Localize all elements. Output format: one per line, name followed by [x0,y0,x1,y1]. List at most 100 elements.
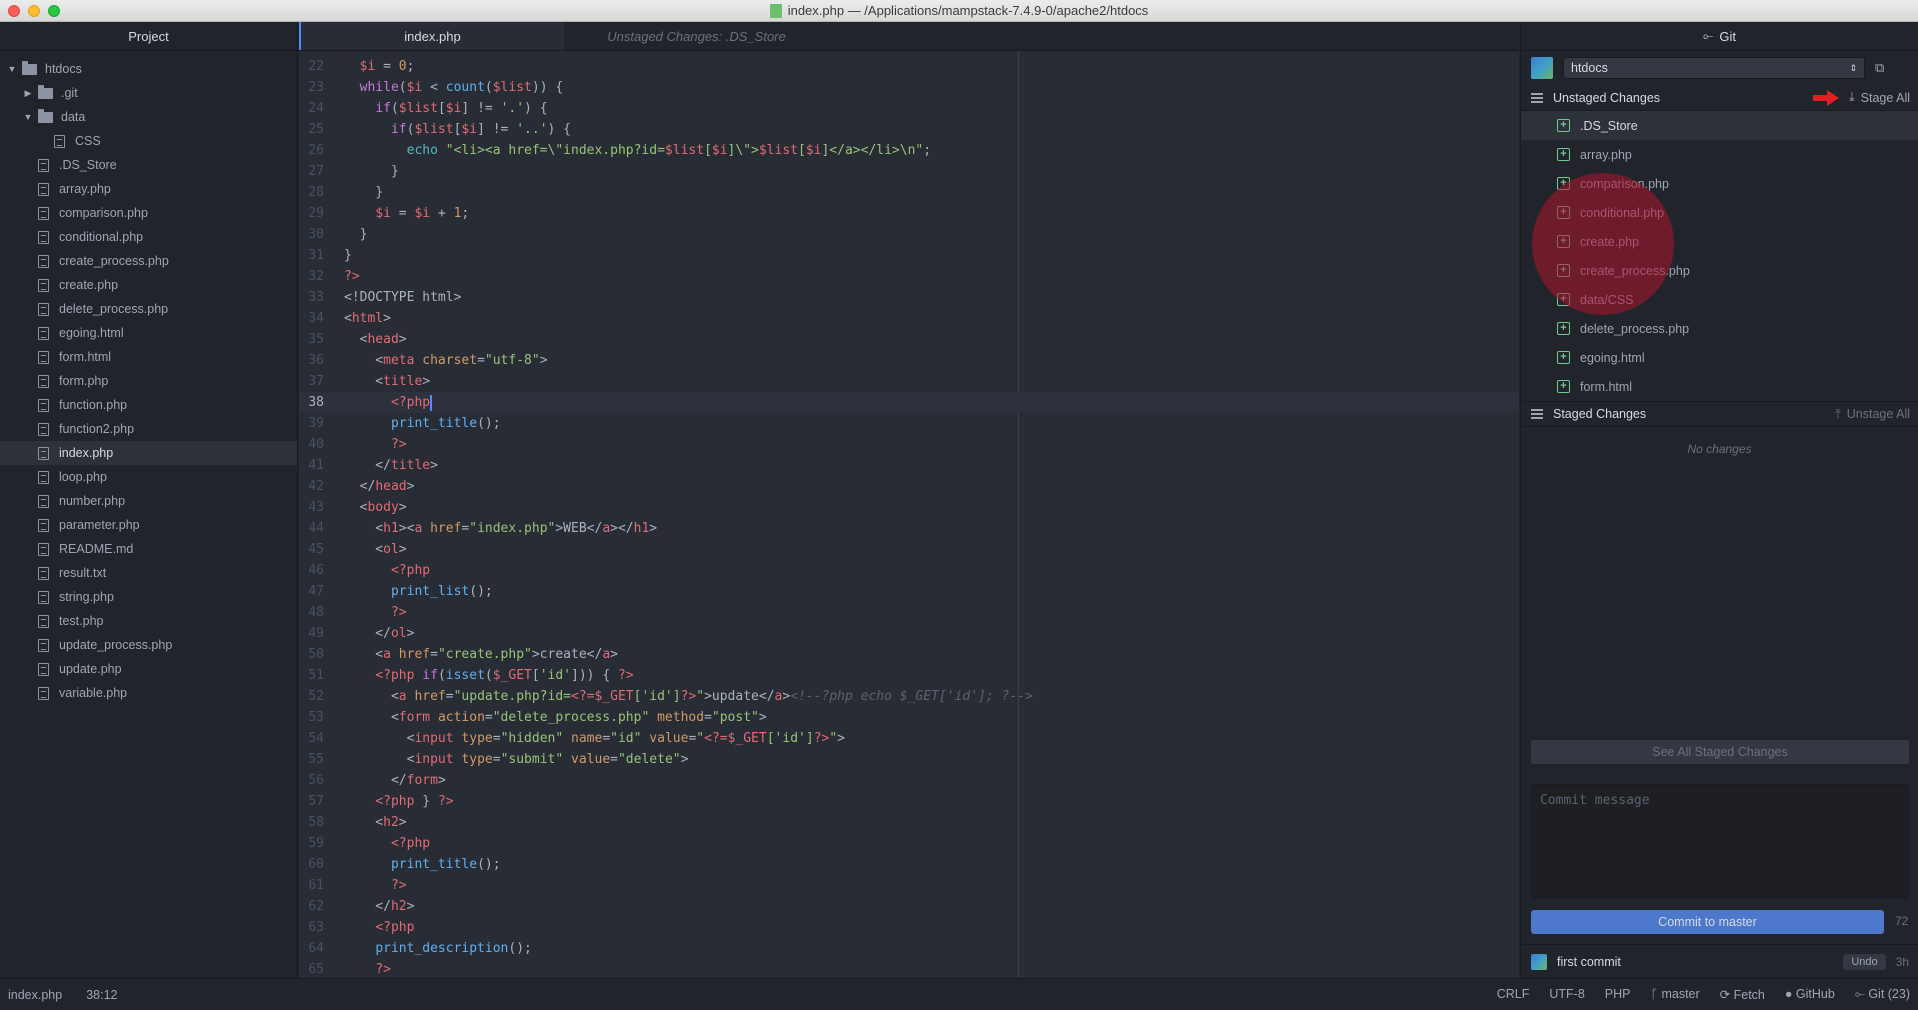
code-line[interactable]: 27 } [299,161,1519,182]
status-github[interactable]: ● GitHub [1785,987,1835,1002]
unstaged-file-item[interactable]: + array.php [1521,140,1918,169]
see-all-staged-button[interactable]: See All Staged Changes [1531,740,1909,764]
code-line[interactable]: 60 print_title(); [299,854,1519,875]
tree-root-htdocs[interactable]: ▼ htdocs [0,57,297,81]
code-line[interactable]: 54 <input type="hidden" name="id" value=… [299,728,1519,749]
tab-unstaged-changes[interactable]: Unstaged Changes: .DS_Store [564,22,829,50]
code-line[interactable]: 35 <head> [299,329,1519,350]
tree-file-item[interactable]: result.txt [0,561,297,585]
tree-file-item[interactable]: string.php [0,585,297,609]
tree-file-item[interactable]: function.php [0,393,297,417]
unstaged-file-item[interactable]: + egoing.html [1521,343,1918,372]
unstaged-file-item[interactable]: + .DS_Store [1521,111,1918,140]
code-line[interactable]: 43 <body> [299,497,1519,518]
tree-folder-data[interactable]: ▼ data [0,105,297,129]
repo-options-icon[interactable]: ⧉ [1875,60,1891,76]
code-line[interactable]: 24 if($list[$i] != '.') { [299,98,1519,119]
status-grammar[interactable]: PHP [1605,987,1631,1002]
code-line[interactable]: 30 } [299,224,1519,245]
unstaged-file-item[interactable]: + create_process.php [1521,256,1918,285]
status-branch[interactable]: ᚴ master [1650,987,1699,1002]
code-line[interactable]: 38 <?php [299,392,1519,413]
code-line[interactable]: 55 <input type="submit" value="delete"> [299,749,1519,770]
tree-file-item[interactable]: variable.php [0,681,297,705]
unstaged-file-item[interactable]: + comparison.php [1521,169,1918,198]
code-line[interactable]: 36 <meta charset="utf-8"> [299,350,1519,371]
tree-file-item[interactable]: parameter.php [0,513,297,537]
status-git[interactable]: ⟜ Git (23) [1855,987,1910,1002]
status-fetch[interactable]: ⟳ Fetch [1720,987,1765,1002]
code-line[interactable]: 42 </head> [299,476,1519,497]
code-line[interactable]: 50 <a href="create.php">create</a> [299,644,1519,665]
code-line[interactable]: 40 ?> [299,434,1519,455]
code-line[interactable]: 58 <h2> [299,812,1519,833]
tree-file-item[interactable]: egoing.html [0,321,297,345]
unstaged-file-item[interactable]: + data/CSS [1521,285,1918,314]
undo-button[interactable]: Undo [1843,953,1886,970]
code-line[interactable]: 39 print_title(); [299,413,1519,434]
code-line[interactable]: 37 <title> [299,371,1519,392]
code-line[interactable]: 47 print_list(); [299,581,1519,602]
tree-folder-git[interactable]: ▶ .git [0,81,297,105]
code-line[interactable]: 53 <form action="delete_process.php" met… [299,707,1519,728]
code-line[interactable]: 25 if($list[$i] != '..') { [299,119,1519,140]
code-line[interactable]: 65 ?> [299,959,1519,978]
code-line[interactable]: 59 <?php [299,833,1519,854]
tree-file-item[interactable]: update_process.php [0,633,297,657]
code-line[interactable]: 51 <?php if(isset($_GET['id'])) { ?> [299,665,1519,686]
tree-file-item[interactable]: form.html [0,345,297,369]
unstaged-file-item[interactable]: + delete_process.php [1521,314,1918,343]
tree-file-item[interactable]: form.php [0,369,297,393]
tree-file-item[interactable]: update.php [0,657,297,681]
status-line-ending[interactable]: CRLF [1497,987,1530,1002]
zoom-window-button[interactable] [48,5,60,17]
code-area[interactable]: 22 $i = 0; 23 while($i < count($list)) {… [299,56,1519,978]
tree-file-item[interactable]: delete_process.php [0,297,297,321]
code-line[interactable]: 57 <?php } ?> [299,791,1519,812]
code-line[interactable]: 49 </ol> [299,623,1519,644]
code-line[interactable]: 28 } [299,182,1519,203]
code-line[interactable]: 56 </form> [299,770,1519,791]
code-line[interactable]: 61 ?> [299,875,1519,896]
tree-file-item[interactable]: README.md [0,537,297,561]
code-line[interactable]: 33 <!DOCTYPE html> [299,287,1519,308]
repo-select[interactable]: htdocs ⇕ [1563,57,1865,79]
code-line[interactable]: 46 <?php [299,560,1519,581]
unstage-all-button[interactable]: ⤒ Unstage All [1835,407,1910,422]
commit-button[interactable]: Commit to master [1531,910,1884,934]
tree-file-item[interactable]: conditional.php [0,225,297,249]
code-line[interactable]: 22 $i = 0; [299,56,1519,77]
minimize-window-button[interactable] [28,5,40,17]
code-line[interactable]: 34 <html> [299,308,1519,329]
code-line[interactable]: 62 </h2> [299,896,1519,917]
code-line[interactable]: 64 print_description(); [299,938,1519,959]
unstaged-file-item[interactable]: + create.php [1521,227,1918,256]
tab-index-php[interactable]: index.php [299,22,564,50]
unstaged-file-item[interactable]: + form.html [1521,372,1918,401]
tree-file-item[interactable]: create.php [0,273,297,297]
tree-file-item[interactable]: number.php [0,489,297,513]
code-line[interactable]: 29 $i = $i + 1; [299,203,1519,224]
code-line[interactable]: 45 <ol> [299,539,1519,560]
code-line[interactable]: 32 ?> [299,266,1519,287]
unstaged-file-item[interactable]: + conditional.php [1521,198,1918,227]
status-file-name[interactable]: index.php [8,988,62,1002]
status-cursor-position[interactable]: 38:12 [86,988,117,1002]
code-line[interactable]: 52 <a href="update.php?id=<?=$_GET['id']… [299,686,1519,707]
commit-message-input[interactable]: Commit message [1531,784,1909,898]
code-line[interactable]: 44 <h1><a href="index.php">WEB</a></h1> [299,518,1519,539]
tree-file-item[interactable]: loop.php [0,465,297,489]
code-line[interactable]: 23 while($i < count($list)) { [299,77,1519,98]
code-line[interactable]: 26 echo "<li><a href=\"index.php?id=$lis… [299,140,1519,161]
code-line[interactable]: 31} [299,245,1519,266]
code-line[interactable]: 63 <?php [299,917,1519,938]
code-line[interactable]: 41 </title> [299,455,1519,476]
tree-file-item[interactable]: create_process.php [0,249,297,273]
stage-all-button[interactable]: ⤓ Stage All [1849,90,1910,105]
tree-file-css[interactable]: CSS [0,129,297,153]
tree-file-item[interactable]: test.php [0,609,297,633]
tree-file-item[interactable]: array.php [0,177,297,201]
tree-file-item[interactable]: comparison.php [0,201,297,225]
close-window-button[interactable] [8,5,20,17]
code-line[interactable]: 48 ?> [299,602,1519,623]
